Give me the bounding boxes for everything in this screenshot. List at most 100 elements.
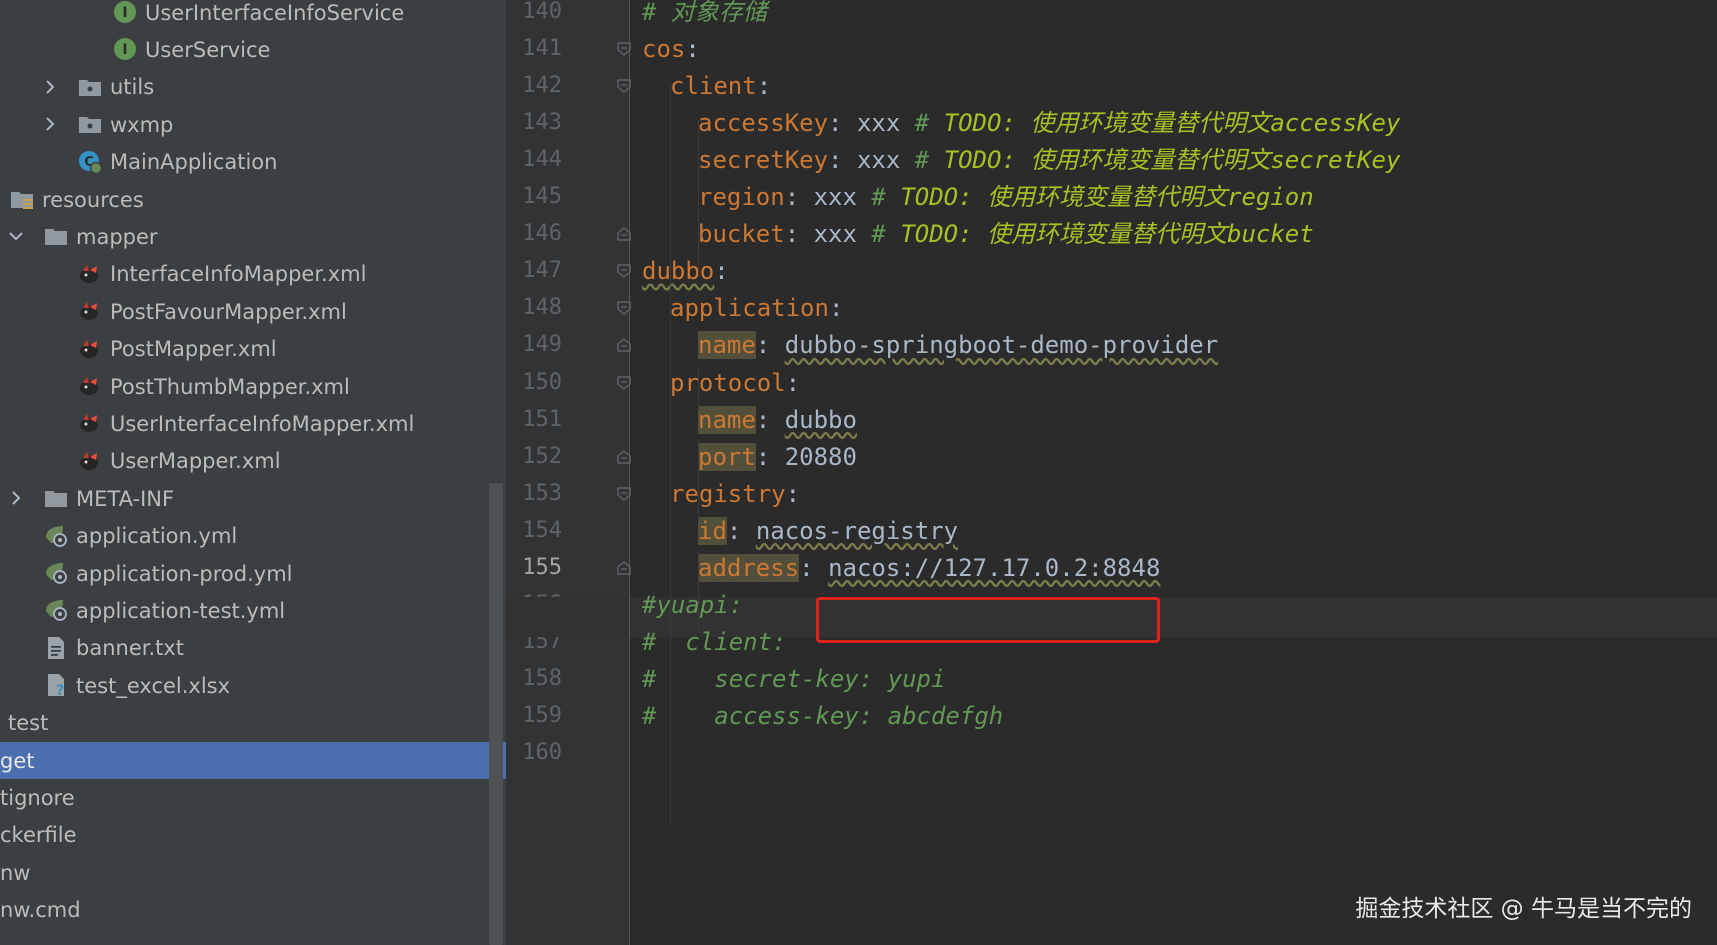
code-todo: TODO: 使用环境变量替代明文region (900, 183, 1314, 212)
line-number: 142 (522, 73, 562, 99)
fold-end-icon[interactable] (617, 449, 631, 464)
fold-open-icon[interactable] (617, 264, 631, 279)
code-sep: : (784, 183, 800, 212)
code-sep: : (828, 294, 844, 323)
code-line: client: (670, 66, 771, 106)
fold-end-icon[interactable] (617, 560, 631, 575)
indent-guide (698, 366, 699, 410)
code-sep: : (785, 479, 801, 508)
tree-item[interactable]: test (0, 705, 506, 742)
line-number: 141 (522, 36, 562, 62)
fold-open-icon[interactable] (617, 42, 631, 56)
code-comment: # (914, 109, 944, 138)
code-comment: # 对象存储 (642, 0, 767, 26)
code-todo: TODO: 使用环境变量替代明文secretKey (943, 146, 1401, 175)
tree-item[interactable]: resources (0, 181, 506, 218)
code-key: bucket (698, 220, 785, 249)
text-file-icon (42, 634, 70, 662)
line-number: 147 (522, 258, 562, 284)
folder-icon (42, 484, 70, 512)
tree-item[interactable]: mapper (0, 218, 506, 255)
line-number: 150 (522, 369, 562, 395)
tree-item[interactable]: wxmp (0, 106, 506, 143)
mybatis-xml-icon (76, 447, 104, 475)
interface-icon: I (111, 35, 139, 63)
tree-item[interactable]: C MainApplication (0, 144, 506, 181)
tree-item[interactable]: UserInterfaceInfoMapper.xml (0, 405, 506, 442)
code-line: name: dubbo-springboot-demo-provider (698, 325, 1218, 365)
tree-item-label: application-prod.yml (76, 561, 293, 586)
indent-guide (698, 440, 699, 521)
code-line: # 对象存储 (642, 0, 767, 32)
code-line: port: 20880 (698, 437, 857, 477)
chevron-right-icon[interactable] (42, 79, 58, 95)
tree-item[interactable]: tignore (0, 779, 506, 816)
tree-item-label: PostMapper.xml (110, 337, 277, 362)
line-number: 151 (522, 406, 562, 432)
code-key: accessKey (698, 109, 829, 138)
tree-item[interactable]: META-INF (0, 480, 506, 517)
code-key: id (698, 516, 727, 545)
line-number: 159 (522, 702, 562, 728)
fold-end-icon[interactable] (617, 338, 631, 353)
fold-end-icon[interactable] (617, 227, 631, 241)
spring-yml-icon (42, 522, 70, 550)
chevron-down-icon[interactable] (8, 228, 24, 244)
code-sep: : (756, 72, 772, 101)
tree-item[interactable]: PostMapper.xml (0, 331, 506, 368)
code-sep: : (828, 109, 843, 138)
tree-item[interactable]: utils (0, 69, 506, 106)
tree-item[interactable]: application-test.yml (0, 592, 506, 629)
code-comment: # (871, 183, 901, 212)
chevron-right-icon[interactable] (8, 490, 24, 506)
tree-item[interactable]: I UserService (0, 31, 506, 68)
tree-item[interactable]: I UserInterfaceInfoService (0, 0, 506, 31)
tree-item-label: nw (0, 860, 31, 885)
indent-guide (670, 83, 671, 349)
code-line: region: xxx # TODO: 使用环境变量替代明文region (698, 177, 1314, 217)
tree-item[interactable]: InterfaceInfoMapper.xml (0, 256, 506, 293)
code-line: # access-key: abcdefgh (642, 696, 1003, 736)
tree-item[interactable]: PostFavourMapper.xml (0, 293, 506, 330)
fold-open-icon[interactable] (617, 486, 631, 501)
gutter-separator (629, 0, 630, 945)
fold-open-icon[interactable] (617, 79, 631, 94)
tree-item[interactable]: application.yml (0, 518, 506, 555)
code-comment: # secret-key: yupi (642, 664, 946, 693)
code-value: dubbo (784, 405, 857, 434)
tree-item-label: test_excel.xlsx (76, 673, 231, 698)
tree-item[interactable]: get (0, 742, 506, 779)
project-tree-panel: I UserInterfaceInfoService I UserService uti… (0, 0, 506, 945)
tree-item-label: get (0, 748, 35, 773)
code-comment: # access-key: abcdefgh (642, 701, 1004, 730)
tree-item[interactable]: UserMapper.xml (0, 443, 506, 480)
tree-item[interactable]: nw.cmd (0, 892, 506, 929)
tree-item-label: UserInterfaceInfoMapper.xml (110, 411, 415, 436)
code-comment: # (914, 146, 944, 175)
tree-item[interactable]: banner.txt (0, 630, 506, 667)
tree-item[interactable]: ? test_excel.xlsx (0, 667, 506, 704)
line-number: 146 (522, 221, 562, 247)
tree-item[interactable]: ckerfile (0, 817, 506, 854)
chevron-right-icon[interactable] (42, 116, 58, 132)
interface-icon: I (111, 0, 139, 26)
tree-item-label: UserMapper.xml (110, 449, 281, 474)
project-tree-scrollbar[interactable] (489, 483, 503, 945)
tree-item[interactable]: nw (0, 854, 506, 891)
code-sep: : (755, 442, 785, 471)
code-sep: : (726, 516, 756, 545)
code-line: dubbo: (642, 251, 729, 291)
tree-item-label: test (8, 711, 49, 736)
tree-item[interactable]: application-prod.yml (0, 555, 506, 592)
code-sep: : (785, 368, 801, 397)
line-number: 143 (522, 110, 562, 136)
code-line: bucket: xxx # TODO: 使用环境变量替代明文bucket (698, 214, 1314, 254)
fold-open-icon[interactable] (617, 301, 631, 316)
mybatis-xml-icon (76, 260, 104, 288)
fold-open-icon[interactable] (617, 375, 631, 390)
tree-item[interactable]: PostThumbMapper.xml (0, 368, 506, 405)
line-number: 154 (522, 517, 562, 543)
code-value: xxx (842, 146, 915, 175)
code-line: application: (670, 288, 843, 328)
code-value: xxx (799, 183, 872, 212)
